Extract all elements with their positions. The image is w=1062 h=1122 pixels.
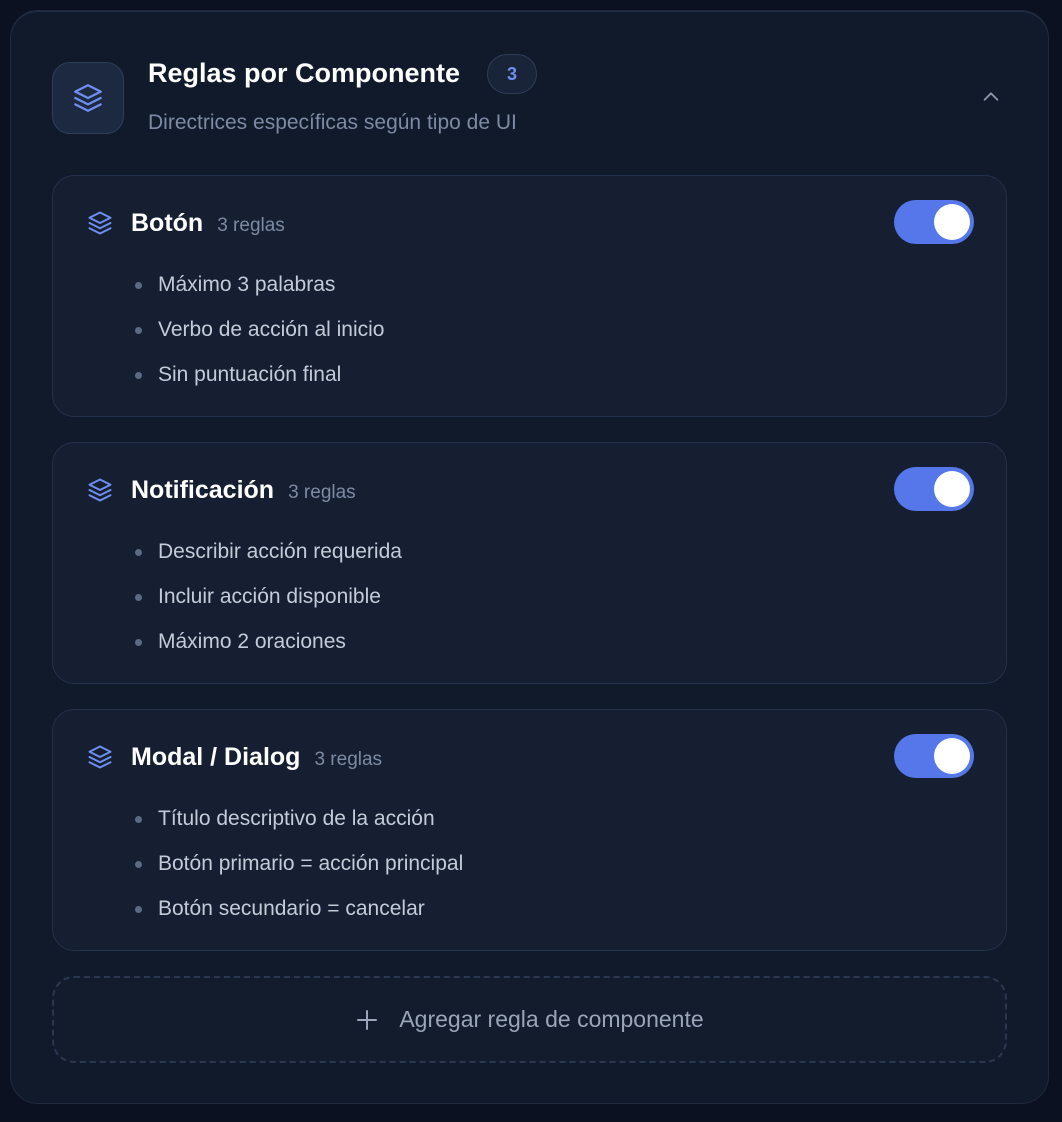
plus-icon [355, 1008, 379, 1032]
toggle-knob [934, 471, 970, 507]
component-rules-panel: Reglas por Componente 3 Directrices espe… [10, 10, 1049, 1104]
panel-title: Reglas por Componente [148, 58, 461, 88]
panel-subtitle: Directrices específicas según tipo de UI [148, 111, 517, 134]
enable-toggle[interactable] [894, 734, 974, 778]
rule-item: Título descriptivo de la acción [135, 805, 463, 850]
rule-item: Botón primario = acción principal [135, 850, 463, 895]
toggle-knob [934, 204, 970, 240]
layers-icon [52, 62, 124, 134]
add-component-rule-button[interactable]: Agregar regla de componente [52, 976, 1007, 1063]
rules-list: Describir acción requerida Incluir acció… [135, 538, 402, 673]
rules-list: Título descriptivo de la acción Botón pr… [135, 805, 463, 940]
component-name: Botón [131, 209, 204, 237]
component-name: Notificación [131, 476, 275, 504]
rule-item: Incluir acción disponible [135, 583, 402, 628]
add-button-label: Agregar regla de componente [399, 1006, 704, 1032]
component-card-boton: Botón 3 reglas Máximo 3 palabras Verbo de… [52, 175, 1007, 417]
collapse-button[interactable] [975, 81, 1007, 113]
layers-icon [86, 743, 114, 771]
component-card-modal-dialog: Modal / Dialog 3 reglas Título descriptiv… [52, 709, 1007, 951]
component-name: Modal / Dialog [131, 743, 301, 771]
rule-item: Verbo de acción al inicio [135, 316, 384, 361]
enable-toggle[interactable] [894, 467, 974, 511]
rules-count: 3 reglas [288, 482, 356, 503]
rule-item: Máximo 3 palabras [135, 271, 384, 316]
rule-item: Máximo 2 oraciones [135, 628, 402, 673]
rules-count: 3 reglas [314, 749, 383, 770]
layers-icon [86, 209, 114, 237]
layers-icon [86, 476, 114, 504]
rule-item: Sin puntuación final [135, 361, 384, 406]
enable-toggle[interactable] [894, 200, 974, 244]
rule-item: Describir acción requerida [135, 538, 402, 583]
rule-item: Botón secundario = cancelar [135, 895, 463, 940]
rules-list: Máximo 3 palabras Verbo de acción al ini… [135, 271, 384, 406]
component-card-notificacion: Notificación 3 reglas Describir acción re… [52, 442, 1007, 684]
chevron-up-icon [983, 92, 999, 101]
toggle-knob [934, 738, 970, 774]
rules-count-badge: 3 [487, 54, 537, 94]
panel-header: Reglas por Componente 3 Directrices espe… [11, 11, 1048, 171]
rules-count: 3 reglas [217, 215, 285, 236]
